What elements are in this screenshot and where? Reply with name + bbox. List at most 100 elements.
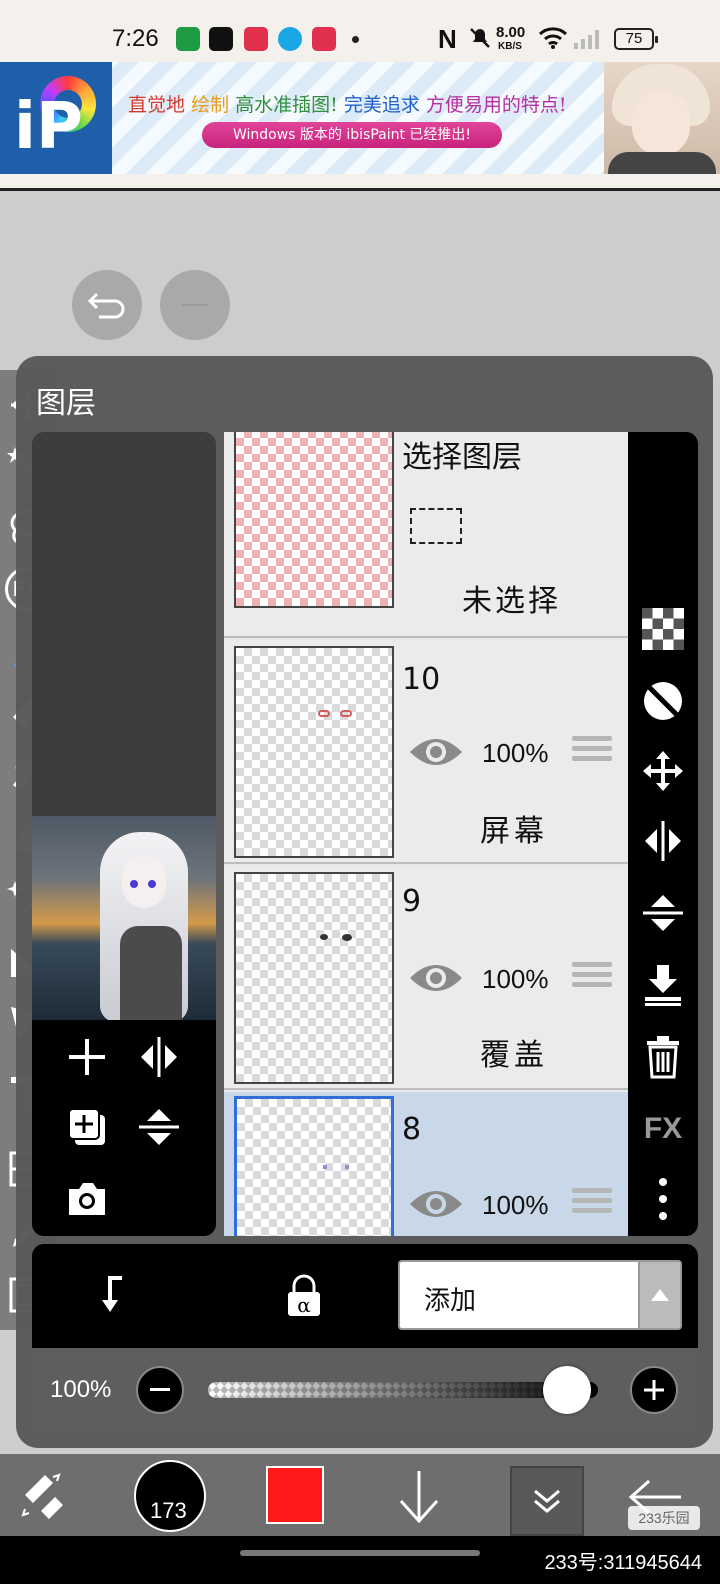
opacity-increase-button[interactable]: [630, 1366, 678, 1414]
home-indicator[interactable]: [240, 1550, 480, 1556]
ad-subline-pill: Windows 版本的 ibisPaint 已经推出!: [202, 122, 502, 148]
flip-canvas-vertical-button[interactable]: [134, 1102, 184, 1152]
merge-down-button[interactable]: [638, 960, 688, 1010]
alpha-lock-icon: α: [288, 1274, 320, 1317]
delete-layer-button[interactable]: [638, 1032, 688, 1082]
import-photo-button[interactable]: [62, 1174, 112, 1224]
flip-canvas-horizontal-button[interactable]: [134, 1032, 184, 1082]
redo-button[interactable]: [160, 270, 230, 340]
layer-name: 10: [402, 662, 441, 697]
transparent-layer-button[interactable]: [638, 604, 688, 654]
layer-opacity: 100%: [482, 738, 549, 768]
headline-part: 方便易用的特点!: [425, 94, 567, 116]
layer-thumbnail: [234, 646, 394, 858]
layer-row-selected[interactable]: 8 100%: [224, 1092, 628, 1236]
color-swatch-button[interactable]: [266, 1466, 324, 1524]
battery-icon: 75: [614, 28, 658, 50]
flip-horizontal-icon: [141, 1037, 177, 1077]
brush-eraser-switch-icon: [21, 1473, 63, 1519]
layer-down-button[interactable]: [384, 1462, 454, 1532]
layer-list[interactable]: 选择图层 未选择 10 100% 屏幕 9 100% 覆盖 8 100%: [224, 432, 628, 1236]
trash-icon: [647, 1036, 679, 1079]
layer-name: 9: [402, 884, 422, 919]
ibispaint-logo: iP: [0, 62, 112, 174]
layer-row[interactable]: 10 100% 屏幕: [224, 640, 628, 864]
move-layer-button[interactable]: [638, 746, 688, 796]
drag-handle-icon[interactable]: [572, 736, 612, 768]
ad-headline: 直觉地 绘制 高水准插图! 完美追求 方便易用的特点!: [128, 90, 567, 117]
blend-mode-select[interactable]: 添加: [398, 1260, 682, 1330]
panel-title: 图层: [36, 386, 96, 421]
signal-icon: [572, 27, 602, 56]
clipping-button[interactable]: [92, 1266, 152, 1326]
dropdown-arrow-icon[interactable]: [638, 1262, 680, 1328]
visibility-eye-icon[interactable]: [408, 958, 464, 998]
more-options-button[interactable]: [638, 1174, 688, 1224]
selection-layer-thumbnail: [234, 432, 394, 608]
flip-vertical-icon: [643, 895, 683, 931]
mute-icon: [468, 26, 492, 55]
tiktok-icon: [209, 27, 233, 51]
status-time: 7:26: [112, 25, 159, 52]
ad-banner[interactable]: iP 直觉地 绘制 高水准插图! 完美追求 方便易用的特点! Windows 版…: [0, 62, 720, 174]
opacity-slider-knob[interactable]: [542, 1366, 591, 1414]
selection-rect-icon: [410, 508, 462, 544]
undo-button[interactable]: [72, 270, 142, 340]
visibility-eye-icon[interactable]: [408, 732, 464, 772]
brush-size-value: 173: [150, 1498, 187, 1523]
app-toolbar: [0, 1454, 720, 1536]
move-icon: [643, 751, 683, 791]
collapse-panel-button[interactable]: [510, 1466, 584, 1536]
opacity-slider-track[interactable]: [208, 1382, 598, 1398]
network-speed-unit: KB/S: [498, 41, 522, 52]
add-layer-button[interactable]: [62, 1032, 112, 1082]
headline-part: 完美追求: [343, 94, 420, 116]
visibility-eye-icon[interactable]: [408, 1184, 464, 1224]
layer-blend-mode: 屏幕: [480, 814, 548, 849]
selection-layer-row[interactable]: 选择图层 未选择: [224, 432, 628, 638]
blend-mode-value: 添加: [424, 1286, 477, 1316]
opacity-decrease-button[interactable]: [136, 1366, 184, 1414]
headline-part: 高水准插图!: [235, 94, 338, 116]
preview-artwork: [32, 816, 216, 1022]
headline-part: 绘制: [191, 94, 230, 116]
invert-icon: [644, 682, 682, 720]
layer-opacity: 100%: [482, 964, 549, 994]
layer-fx-button[interactable]: FX: [638, 1104, 688, 1154]
watermark-id: 233号:311945644: [544, 1552, 702, 1574]
more-notifications-dot: [352, 36, 359, 43]
layer-tools: FX: [628, 432, 698, 1236]
duplicate-icon: [68, 1108, 105, 1145]
nfc-icon: N: [438, 24, 457, 54]
clipping-icon: [102, 1276, 122, 1312]
opacity-label: 100%: [50, 1376, 112, 1403]
tool-switch-button[interactable]: [8, 1462, 78, 1532]
duplicate-layer-button[interactable]: [62, 1102, 112, 1152]
svg-text:α: α: [297, 1293, 311, 1317]
plus-icon: [69, 1039, 105, 1075]
flip-vertical-icon: [139, 1109, 179, 1145]
logo-letter: iP: [14, 90, 83, 164]
camera-icon: [69, 1183, 105, 1215]
invert-layer-button[interactable]: [638, 676, 688, 726]
video-app-icon: [244, 27, 268, 51]
layer-actions: [32, 1020, 216, 1236]
plus-icon: [644, 1380, 664, 1400]
cube-app-icon: [176, 27, 200, 51]
brush-size-button[interactable]: 173: [134, 1460, 206, 1532]
flip-horizontal-icon: [645, 821, 681, 861]
flip-layer-horizontal-button[interactable]: [638, 816, 688, 866]
alpha-lock-button[interactable]: α: [274, 1266, 334, 1326]
network-speed-value: 8.00: [496, 24, 526, 41]
double-chevron-down-icon: [534, 1489, 560, 1513]
ad-character-image: [604, 62, 720, 174]
layer-name: 8: [402, 1112, 422, 1147]
arrow-down-icon: [399, 1471, 439, 1524]
flip-layer-vertical-button[interactable]: [638, 888, 688, 938]
drag-handle-icon[interactable]: [572, 1188, 612, 1220]
layer-opacity: 100%: [482, 1190, 549, 1220]
layer-row[interactable]: 9 100% 覆盖: [224, 866, 628, 1090]
status-bar: 7:26 N 8.00 KB/S 75: [0, 0, 720, 62]
navigation-bar: 233号:311945644: [0, 1536, 720, 1584]
drag-handle-icon[interactable]: [572, 962, 612, 994]
